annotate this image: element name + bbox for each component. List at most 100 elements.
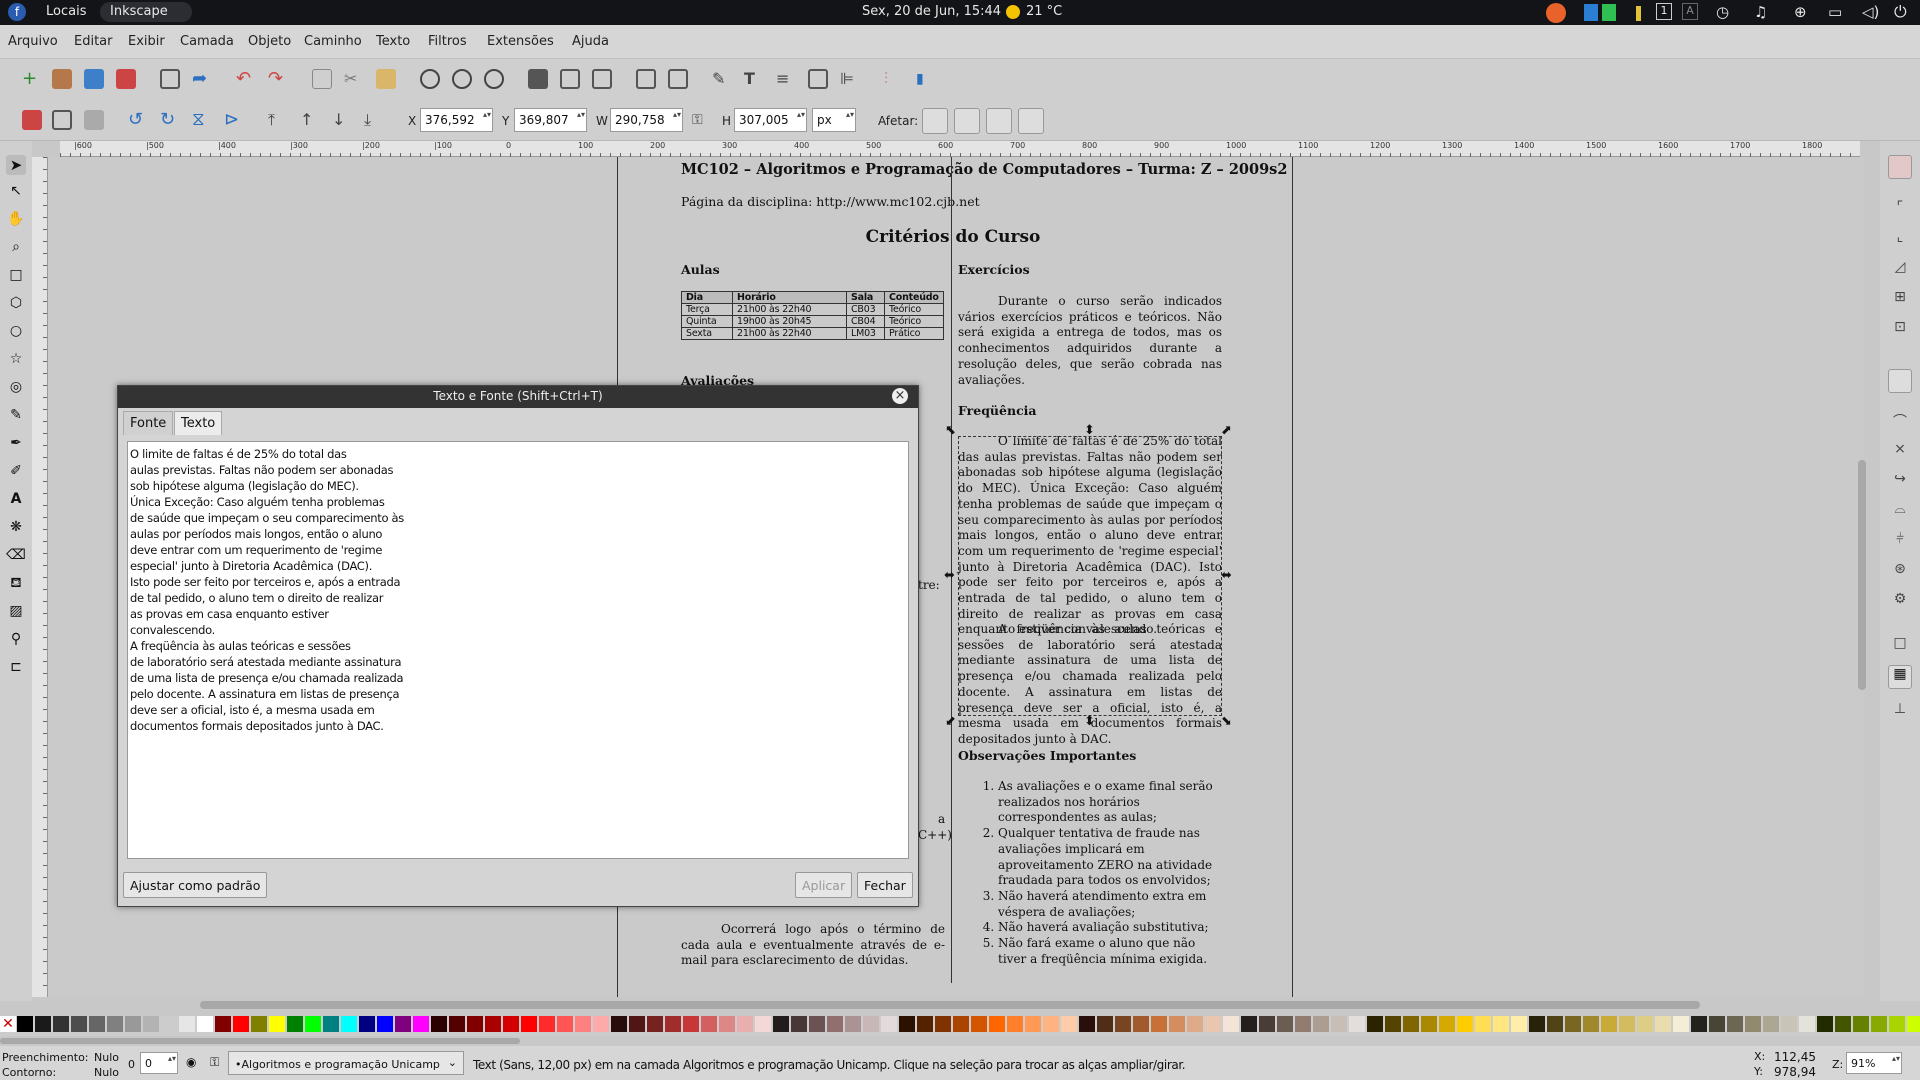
menu-filtros[interactable]: Filtros [428,34,467,49]
document-properties-icon[interactable]: ▮ [916,69,936,89]
menu-objeto[interactable]: Objeto [248,34,291,49]
color-swatch[interactable] [755,1016,771,1032]
fill-value[interactable]: Nulo [94,1051,119,1064]
color-swatch[interactable] [1817,1016,1833,1032]
color-swatch[interactable] [737,1016,753,1032]
flip-horizontal-icon[interactable]: ⧖ [192,110,212,130]
color-swatch[interactable] [431,1016,447,1032]
align-distribute-icon[interactable]: ⊫ [840,69,860,89]
color-swatch[interactable] [935,1016,951,1032]
select-all-layers-icon[interactable] [52,110,72,130]
color-swatch[interactable] [305,1016,321,1032]
rectangle-tool-icon[interactable]: □ [6,267,26,287]
doc-site[interactable]: Página da disciplina: http://www.mc102.c… [681,194,980,209]
fill-stroke-icon[interactable]: ✎ [712,69,732,89]
raise-to-top-icon[interactable]: ⤒ [268,110,288,130]
color-swatch[interactable] [863,1016,879,1032]
color-swatch[interactable] [701,1016,717,1032]
color-swatch[interactable] [899,1016,915,1032]
color-swatch[interactable] [1781,1016,1797,1032]
color-swatch[interactable] [197,1016,213,1032]
color-swatch[interactable] [53,1016,69,1032]
color-swatch[interactable] [143,1016,159,1032]
zoom-tool-icon[interactable]: ⌕ [6,239,26,259]
pen-tool-icon[interactable]: ✒ [6,435,26,455]
print-icon[interactable] [116,69,136,89]
menu-camada[interactable]: Camada [180,34,234,49]
eraser-tool-icon[interactable]: ⌫ [6,547,26,567]
group-icon[interactable] [636,69,656,89]
color-swatch[interactable] [1727,1016,1743,1032]
menu-ajuda[interactable]: Ajuda [572,34,609,49]
resize-handle-sw[interactable]: ⬋ [945,714,956,729]
clock[interactable]: Sex, 20 de Jun, 15:44 [862,4,1001,19]
layer-lock-icon[interactable]: ⚿ [210,1055,219,1070]
snap-rotation-center-icon[interactable]: ⚙ [1890,591,1910,611]
stroke-value[interactable]: Nulo [94,1066,119,1079]
color-swatch[interactable] [647,1016,663,1032]
lower-to-bottom-icon[interactable]: ⤓ [364,110,384,130]
color-swatch[interactable] [1475,1016,1491,1032]
color-swatch[interactable] [1655,1016,1671,1032]
color-swatch[interactable] [1331,1016,1347,1032]
lower-icon[interactable]: ↓ [332,110,352,130]
preferences-icon[interactable]: ⫶ [884,69,904,89]
doc-heading[interactable]: Critérios do Curso [681,227,1225,247]
color-swatch[interactable] [1241,1016,1257,1032]
3d-box-tool-icon[interactable]: ⬡ [6,295,26,315]
color-swatch[interactable] [971,1016,987,1032]
close-icon[interactable]: × [892,388,908,404]
text-editor[interactable]: O limite de faltas é de 25% do total das… [127,441,909,859]
color-swatch[interactable] [1493,1016,1509,1032]
import-icon[interactable] [160,69,180,89]
text-tool-icon[interactable]: A [6,491,26,511]
color-swatch[interactable] [1133,1016,1149,1032]
snap-guide-icon[interactable]: ⊥ [1890,701,1910,721]
color-swatch[interactable] [71,1016,87,1032]
snap-page-icon[interactable]: □ [1890,635,1910,655]
color-swatch[interactable] [215,1016,231,1032]
calligraphy-tool-icon[interactable]: ✐ [6,463,26,483]
resize-handle-e[interactable]: ⬌ [1221,568,1232,583]
color-swatch[interactable] [557,1016,573,1032]
selector-tool-icon[interactable]: ➤ [6,155,26,175]
color-swatch[interactable] [593,1016,609,1032]
set-default-button[interactable]: Ajustar como padrão [123,872,268,898]
color-swatch[interactable] [1115,1016,1131,1032]
layer-select[interactable]: •Algoritmos e programação Unicamp ⌄ [228,1051,464,1075]
zoom-drawing-icon[interactable] [452,69,472,89]
doc-partial-text[interactable]: C++) [918,828,952,842]
color-swatch[interactable] [1169,1016,1185,1032]
star-tool-icon[interactable]: ☆ [6,351,26,371]
color-swatch[interactable] [1619,1016,1635,1032]
bucket-tool-icon[interactable]: ⛾ [6,575,26,595]
color-swatch[interactable] [1061,1016,1077,1032]
color-swatch[interactable] [1583,1016,1599,1032]
menu-exibir[interactable]: Exibir [128,34,165,49]
selection-bbox[interactable] [958,436,1222,716]
network-icon[interactable]: ▭ [1828,3,1842,21]
color-swatch[interactable] [323,1016,339,1032]
doc-aulas-table[interactable]: Dia Horário Sala Conteúdo Terça 21h00 às 22h… [681,291,944,340]
color-swatch[interactable] [791,1016,807,1032]
gradient-tool-icon[interactable]: ▨ [6,603,26,623]
paste-icon[interactable] [376,69,396,89]
doc-bottom-text[interactable]: Ocorrerá logo após o término de cada aul… [681,922,945,969]
color-swatch[interactable] [1223,1016,1239,1032]
workspace-1-indicator[interactable]: 1 [1656,3,1672,20]
color-swatch[interactable] [107,1016,123,1032]
color-swatch[interactable] [1097,1016,1113,1032]
color-swatch[interactable] [1565,1016,1581,1032]
color-swatch[interactable] [233,1016,249,1032]
input-method-indicator[interactable]: A [1682,3,1698,20]
color-swatch[interactable] [1079,1016,1095,1032]
snap-intersection-icon[interactable]: ⨯ [1890,441,1910,461]
resize-handle-nw[interactable]: ⬉ [945,423,956,438]
resize-handle-w[interactable]: ⬌ [944,568,955,583]
volume-icon[interactable]: ◁) [1862,3,1879,21]
text-font-icon[interactable]: T [744,69,764,89]
color-swatch[interactable] [377,1016,393,1032]
lock-icon[interactable]: ⚿ [692,110,712,130]
color-swatch[interactable] [251,1016,267,1032]
spray-tool-icon[interactable]: ❋ [6,519,26,539]
